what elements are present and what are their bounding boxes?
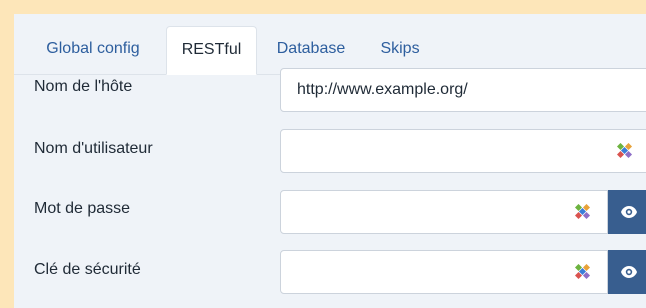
password-input[interactable] (280, 190, 608, 234)
security-key-input[interactable] (280, 250, 608, 294)
config-panel: Global config RESTful Database Skips Nom… (14, 14, 646, 308)
eye-icon (621, 206, 637, 218)
password-manager-icon[interactable] (575, 264, 591, 280)
hostname-label: Nom de l'hôte (34, 78, 133, 95)
password-manager-icon[interactable] (617, 143, 633, 159)
tab-global-config[interactable]: Global config (26, 26, 160, 74)
eye-icon (621, 266, 637, 278)
tab-restful[interactable]: RESTful (166, 26, 257, 75)
password-manager-icon[interactable] (575, 204, 591, 220)
tab-database[interactable]: Database (266, 26, 356, 74)
toggle-password-visibility-button[interactable] (608, 190, 646, 234)
tab-skips[interactable]: Skips (370, 26, 430, 74)
security-key-label: Clé de sécurité (34, 261, 141, 278)
hostname-input[interactable]: http://www.example.org/ (280, 68, 646, 112)
username-input[interactable] (280, 129, 646, 173)
hostname-value: http://www.example.org/ (297, 81, 468, 98)
toggle-security-key-visibility-button[interactable] (608, 250, 646, 294)
password-label: Mot de passe (34, 200, 131, 217)
username-label: Nom d'utilisateur (34, 140, 153, 157)
